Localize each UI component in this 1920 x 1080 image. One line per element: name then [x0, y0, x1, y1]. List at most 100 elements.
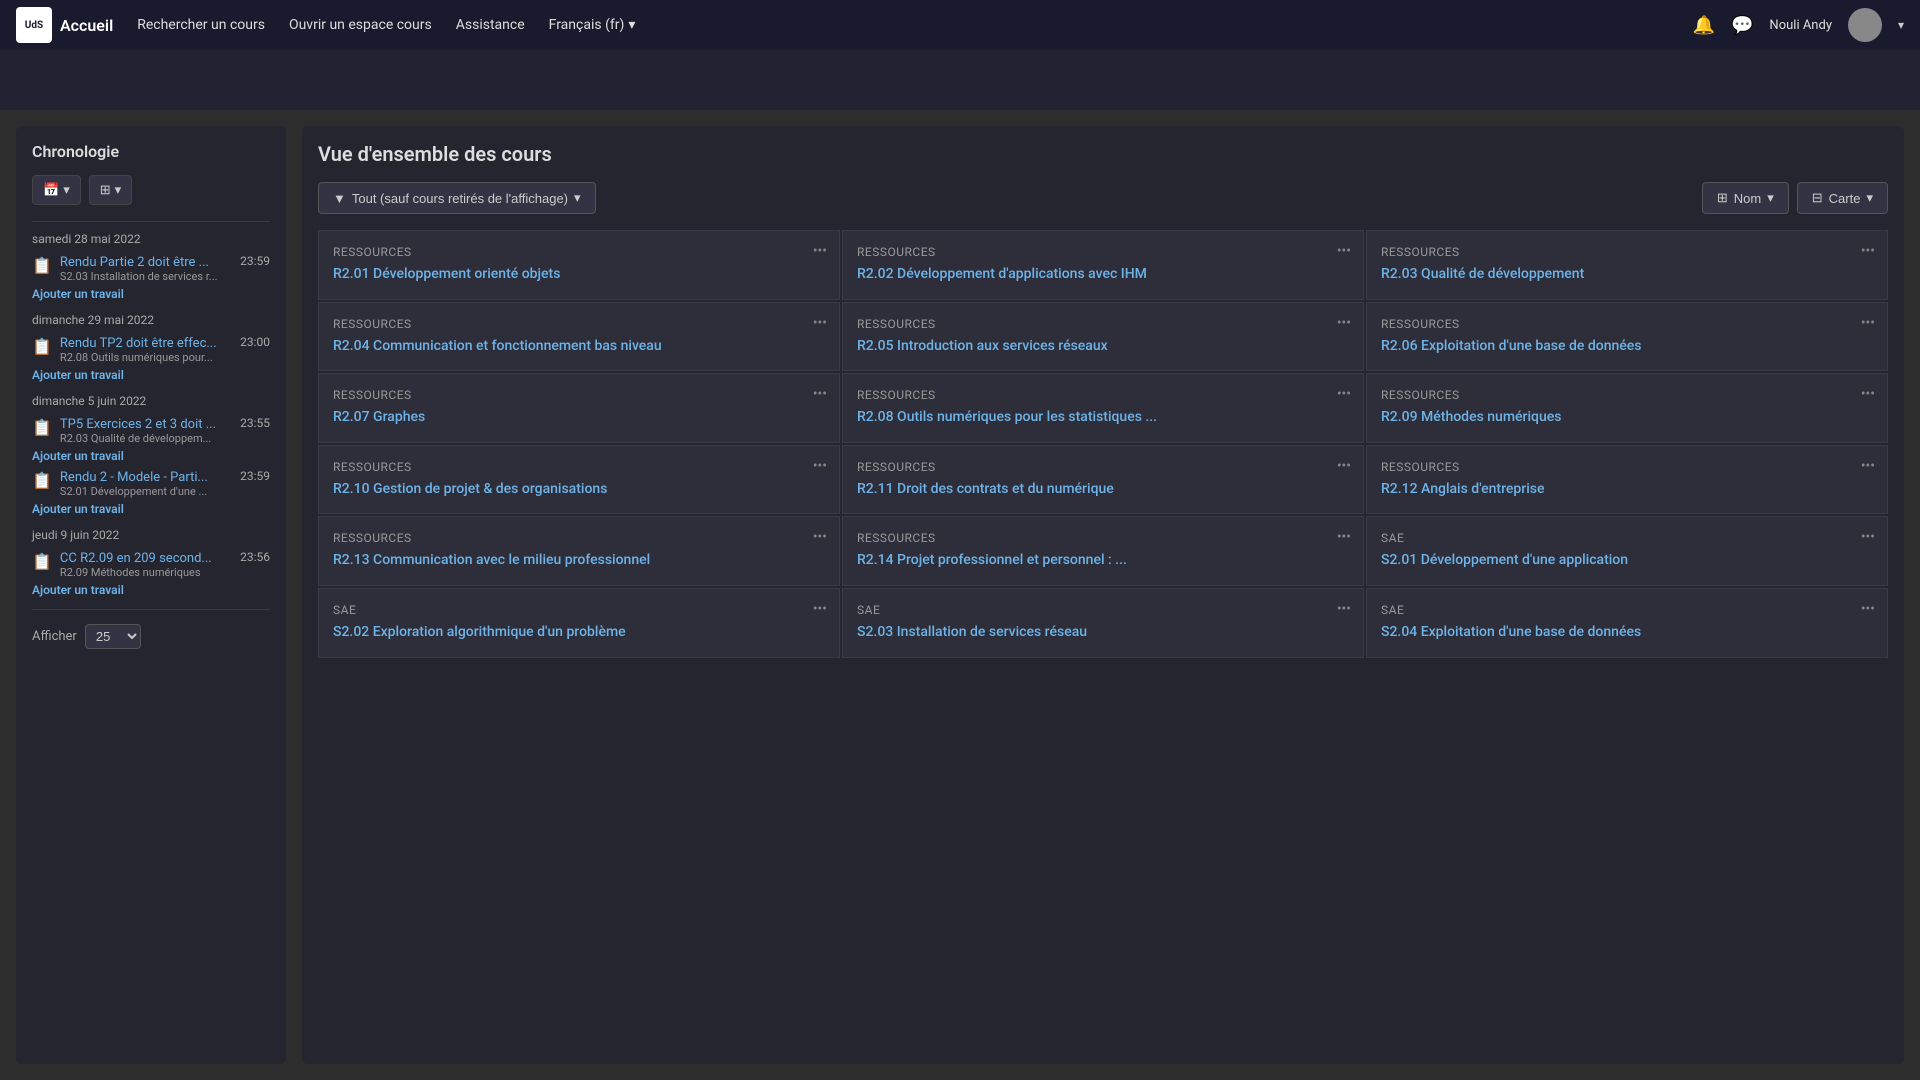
sort-filter-btn[interactable]: ⊞ ▾: [89, 175, 132, 205]
add-work-link-3b[interactable]: Ajouter un travail: [32, 502, 270, 516]
course-menu-btn[interactable]: •••: [1861, 601, 1875, 617]
sort-button[interactable]: ⊞ Nom ▾: [1702, 182, 1789, 214]
course-card[interactable]: Ressources R2.09 Méthodes numériques •••: [1366, 373, 1888, 443]
course-menu-btn[interactable]: •••: [1861, 529, 1875, 545]
course-card[interactable]: Ressources R2.13 Communication avec le m…: [318, 516, 840, 586]
course-card[interactable]: Ressources R2.07 Graphes •••: [318, 373, 840, 443]
course-menu-btn[interactable]: •••: [1337, 601, 1351, 617]
course-name[interactable]: S2.02 Exploration algorithmique d'un pro…: [333, 623, 825, 643]
user-name[interactable]: Nouli Andy: [1769, 18, 1832, 33]
user-avatar[interactable]: [1848, 8, 1882, 42]
assignment-icon-3: 📋: [32, 418, 52, 437]
course-name[interactable]: R2.12 Anglais d'entreprise: [1381, 480, 1873, 500]
course-name[interactable]: S2.03 Installation de services réseau: [857, 623, 1349, 643]
course-menu-btn[interactable]: •••: [813, 529, 827, 545]
sort-label: Nom: [1734, 191, 1761, 206]
course-card[interactable]: Ressources R2.12 Anglais d'entreprise ••…: [1366, 445, 1888, 515]
assistance-link[interactable]: Assistance: [456, 17, 525, 33]
sidebar-title: Chronologie: [32, 142, 270, 161]
view-dropdown-icon: ▾: [1866, 190, 1873, 206]
chrono-title-link-3[interactable]: TP5 Exercices 2 et 3 doit ...: [60, 417, 216, 432]
add-work-link-4[interactable]: Ajouter un travail: [32, 583, 270, 597]
afficher-select[interactable]: 25 50 100: [85, 624, 141, 649]
view-button[interactable]: ⊟ Carte ▾: [1797, 182, 1888, 214]
notifications-icon[interactable]: 🔔: [1693, 15, 1715, 36]
course-menu-btn[interactable]: •••: [1861, 243, 1875, 259]
chrono-date-4: jeudi 9 juin 2022: [32, 528, 270, 542]
course-card[interactable]: SAE S2.01 Développement d'une applicatio…: [1366, 516, 1888, 586]
sort-icon: ⊞: [1717, 190, 1728, 206]
chrono-title-link[interactable]: Rendu Partie 2 doit être ...: [60, 255, 209, 270]
course-card[interactable]: Ressources R2.14 Projet professionnel et…: [842, 516, 1364, 586]
chrono-item-3-1: 📋 23:55 TP5 Exercices 2 et 3 doit ... R2…: [32, 416, 270, 445]
course-menu-btn[interactable]: •••: [1337, 386, 1351, 402]
course-card[interactable]: Ressources R2.10 Gestion de projet & des…: [318, 445, 840, 515]
course-name[interactable]: R2.02 Développement d'applications avec …: [857, 265, 1349, 285]
course-card[interactable]: Ressources R2.01 Développement orienté o…: [318, 230, 840, 300]
course-type: Ressources: [333, 531, 825, 545]
course-name[interactable]: S2.01 Développement d'une application: [1381, 551, 1873, 571]
course-name[interactable]: R2.01 Développement orienté objets: [333, 265, 825, 285]
course-name[interactable]: R2.09 Méthodes numériques: [1381, 408, 1873, 428]
course-card[interactable]: Ressources R2.04 Communication et foncti…: [318, 302, 840, 372]
add-work-link-1[interactable]: Ajouter un travail: [32, 287, 270, 301]
course-menu-btn[interactable]: •••: [1337, 458, 1351, 474]
course-type: Ressources: [857, 388, 1349, 402]
course-card[interactable]: Ressources R2.03 Qualité de développemen…: [1366, 230, 1888, 300]
course-menu-btn[interactable]: •••: [1861, 315, 1875, 331]
search-courses-link[interactable]: Rechercher un cours: [137, 17, 265, 33]
add-work-link-3a[interactable]: Ajouter un travail: [32, 449, 270, 463]
course-menu-btn[interactable]: •••: [813, 315, 827, 331]
course-name[interactable]: R2.03 Qualité de développement: [1381, 265, 1873, 285]
course-menu-btn[interactable]: •••: [813, 458, 827, 474]
course-menu-btn[interactable]: •••: [1337, 529, 1351, 545]
course-card[interactable]: Ressources R2.05 Introduction aux servic…: [842, 302, 1364, 372]
course-name[interactable]: S2.04 Exploitation d'une base de données: [1381, 623, 1873, 643]
language-selector[interactable]: Français (fr) ▾: [549, 17, 636, 33]
course-menu-btn[interactable]: •••: [813, 243, 827, 259]
home-link[interactable]: Accueil: [60, 16, 113, 35]
course-name[interactable]: R2.10 Gestion de projet & des organisati…: [333, 480, 825, 500]
chrono-item-4-1: 📋 23:56 CC R2.09 en 209 second... R2.09 …: [32, 550, 270, 579]
course-type: Ressources: [1381, 388, 1873, 402]
course-name[interactable]: R2.04 Communication et fonctionnement ba…: [333, 337, 825, 357]
course-card[interactable]: Ressources R2.02 Développement d'applica…: [842, 230, 1364, 300]
course-menu-btn[interactable]: •••: [813, 601, 827, 617]
chrono-title-link-5[interactable]: CC R2.09 en 209 second...: [60, 551, 212, 566]
course-menu-btn[interactable]: •••: [1861, 458, 1875, 474]
course-menu-btn[interactable]: •••: [1337, 243, 1351, 259]
lang-dropdown-icon: ▾: [628, 17, 635, 33]
course-name[interactable]: R2.14 Projet professionnel et personnel …: [857, 551, 1349, 571]
chrono-date-2: dimanche 29 mai 2022: [32, 313, 270, 327]
open-space-link[interactable]: Ouvrir un espace cours: [289, 17, 432, 33]
messages-icon[interactable]: 💬: [1731, 15, 1753, 36]
course-menu-btn[interactable]: •••: [1337, 315, 1351, 331]
course-type: SAE: [1381, 531, 1873, 545]
course-name[interactable]: R2.08 Outils numériques pour les statist…: [857, 408, 1349, 428]
course-name[interactable]: R2.13 Communication avec le milieu profe…: [333, 551, 825, 571]
course-menu-btn[interactable]: •••: [1861, 386, 1875, 402]
course-card[interactable]: Ressources R2.11 Droit des contrats et d…: [842, 445, 1364, 515]
sidebar-divider: [32, 221, 270, 222]
user-dropdown-icon[interactable]: ▾: [1898, 18, 1904, 32]
chrono-title-link-4[interactable]: Rendu 2 - Modele - Parti...: [60, 470, 208, 485]
course-card[interactable]: Ressources R2.06 Exploitation d'une base…: [1366, 302, 1888, 372]
calendar-filter-btn[interactable]: 📅 ▾: [32, 175, 81, 205]
course-card[interactable]: SAE S2.03 Installation de services résea…: [842, 588, 1364, 658]
filter-icon: ▼: [333, 191, 346, 206]
course-card[interactable]: SAE S2.02 Exploration algorithmique d'un…: [318, 588, 840, 658]
filter-button[interactable]: ▼ Tout (sauf cours retirés de l'affichag…: [318, 182, 596, 214]
course-name[interactable]: R2.07 Graphes: [333, 408, 825, 428]
chrono-time-2: 23:00: [240, 335, 270, 349]
course-menu-btn[interactable]: •••: [813, 386, 827, 402]
add-work-link-2[interactable]: Ajouter un travail: [32, 368, 270, 382]
course-name[interactable]: R2.05 Introduction aux services réseaux: [857, 337, 1349, 357]
sort-dropdown-icon: ▾: [1767, 190, 1774, 206]
chrono-section-1: samedi 28 mai 2022 📋 23:59 Rendu Partie …: [32, 232, 270, 301]
assignment-icon: 📋: [32, 256, 52, 275]
course-card[interactable]: SAE S2.04 Exploitation d'une base de don…: [1366, 588, 1888, 658]
course-name[interactable]: R2.11 Droit des contrats et du numérique: [857, 480, 1349, 500]
course-card[interactable]: Ressources R2.08 Outils numériques pour …: [842, 373, 1364, 443]
chrono-title-link-2[interactable]: Rendu TP2 doit être effec...: [60, 336, 217, 351]
course-name[interactable]: R2.06 Exploitation d'une base de données: [1381, 337, 1873, 357]
